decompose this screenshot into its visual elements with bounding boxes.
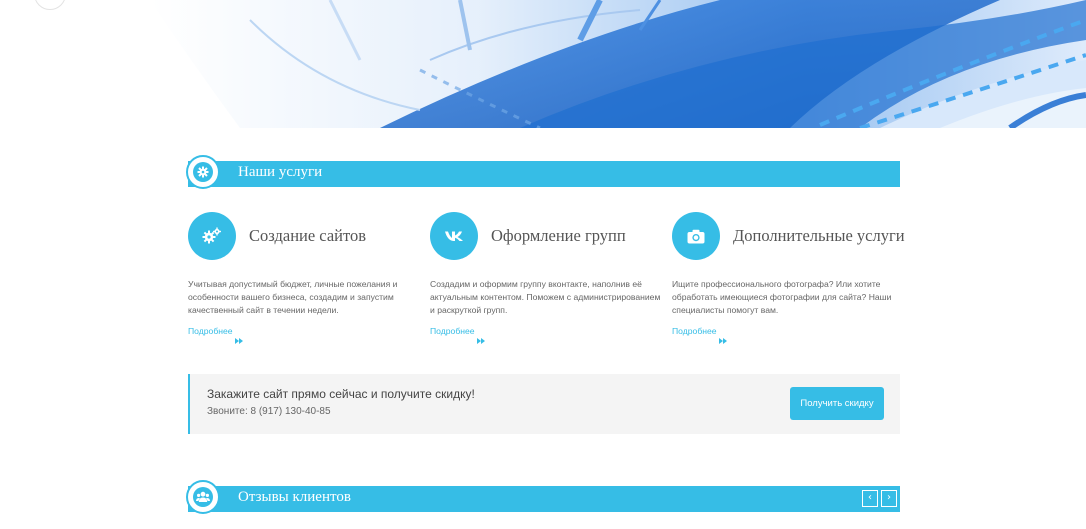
camera-icon [672, 212, 720, 260]
hero-banner [0, 0, 1086, 128]
carousel-next-button[interactable]: › [881, 490, 897, 507]
service-description: Ищите профессионального фотографа? Или х… [672, 279, 892, 315]
reviews-carousel-nav: ‹ › [862, 490, 897, 507]
service-description: Создадим и оформим группу вконтакте, нап… [430, 279, 661, 315]
service-heading: Оформление групп [491, 226, 626, 245]
gear-icon [193, 162, 213, 182]
hero-graphic [0, 0, 1086, 128]
carousel-prev-button[interactable]: ‹ [862, 490, 878, 507]
reviews-section-title: Отзывы клиентов [238, 489, 351, 505]
service-more-link[interactable]: Подробнее [188, 326, 233, 336]
vk-icon [430, 212, 478, 260]
service-heading: Создание сайтов [249, 226, 367, 245]
discount-cta-box: Закажите сайт прямо сейчас и получите ск… [188, 374, 900, 434]
services-section-header: Наши услуги [186, 155, 900, 189]
gears-icon [188, 212, 236, 260]
double-arrow-right-icon[interactable] [718, 336, 728, 346]
double-arrow-right-icon[interactable] [476, 336, 486, 346]
reviews-section-header: Отзывы клиентов ‹ › [186, 480, 900, 514]
service-more-link[interactable]: Подробнее [430, 326, 475, 336]
reviews-header-icon-ring [186, 480, 220, 514]
cta-headline: Закажите сайт прямо сейчас и получите ск… [207, 387, 475, 401]
service-more-link[interactable]: Подробнее [672, 326, 717, 336]
users-icon [193, 487, 213, 507]
service-heading: Дополнительные услуги [733, 226, 905, 245]
cta-phone: Звоните: 8 (917) 130-40-85 [207, 406, 331, 417]
services-header-icon-ring [186, 155, 220, 189]
service-description: Учитывая допустимый бюджет, личные пожел… [188, 279, 398, 315]
get-discount-button[interactable]: Получить скидку [790, 387, 884, 420]
double-arrow-right-icon[interactable] [234, 336, 244, 346]
services-section-title: Наши услуги [238, 164, 323, 180]
